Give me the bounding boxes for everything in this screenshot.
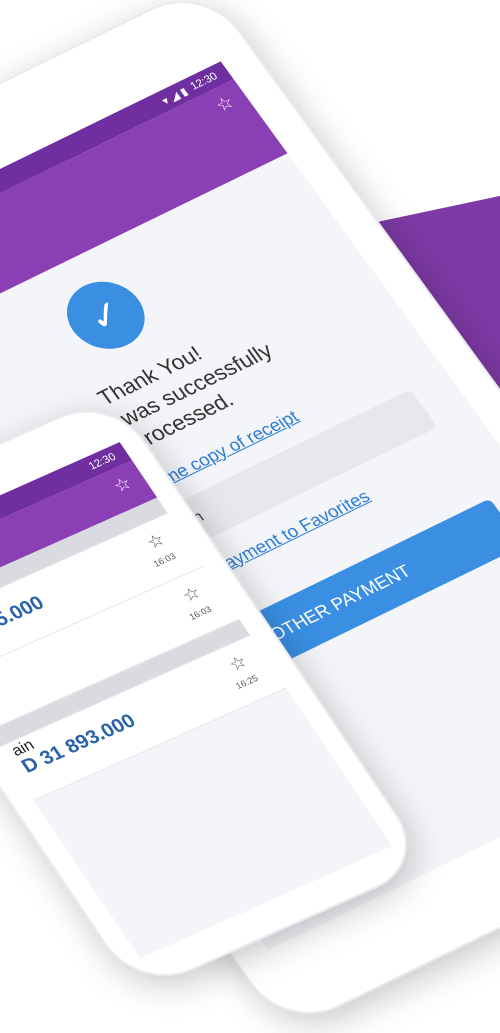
check-icon: ✓ xyxy=(51,269,160,361)
payment-time: 16:03 xyxy=(151,551,178,569)
payment-time: 16:03 xyxy=(187,604,214,622)
star-outline-icon[interactable]: ☆ xyxy=(178,582,205,606)
star-outline-icon[interactable]: ☆ xyxy=(211,92,238,116)
star-outline-icon[interactable]: ☆ xyxy=(142,529,169,553)
star-outline-icon[interactable]: ☆ xyxy=(225,651,252,675)
star-outline-icon[interactable]: ☆ xyxy=(109,473,136,497)
payment-time: 16:25 xyxy=(233,673,261,691)
